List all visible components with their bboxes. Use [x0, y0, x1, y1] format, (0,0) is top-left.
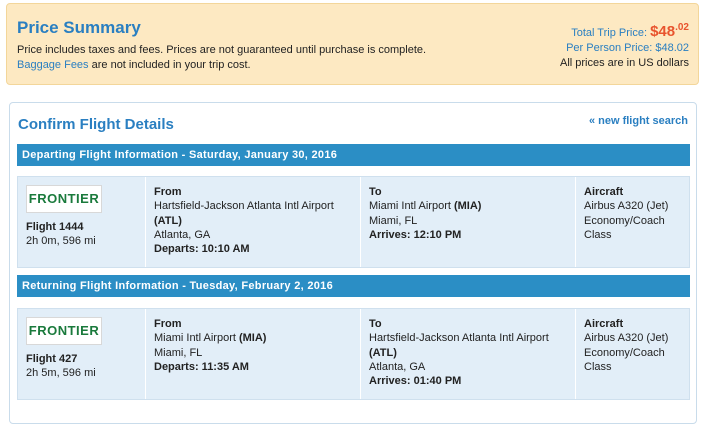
- new-flight-search-link[interactable]: « new flight search: [589, 115, 688, 127]
- flight-number: Flight 427: [26, 353, 78, 365]
- from-airport: Hartsfield-Jackson Atlanta Intl Airport: [154, 200, 334, 213]
- to-label: To: [369, 186, 382, 198]
- departing-header: Departing Flight Information - Saturday,…: [17, 144, 690, 166]
- to-airport-line: Miami Intl Airport (MIA): [369, 199, 575, 213]
- aircraft-label: Aircraft: [584, 186, 624, 198]
- cabin-class: Economy/Coach: [584, 214, 665, 227]
- departure-time: Departs: 11:35 AM: [154, 360, 249, 373]
- from-code: (MIA): [238, 332, 267, 345]
- price-summary-panel: Price Summary Price includes taxes and f…: [6, 3, 699, 85]
- cabin-class-suffix: Class: [584, 228, 612, 241]
- total-price-cents: .02: [675, 22, 689, 33]
- baggage-note: Baggage Fees are not included in your tr…: [17, 59, 251, 71]
- baggage-fees-link[interactable]: Baggage Fees: [17, 59, 89, 71]
- departing-flight-details: FRONTIER Flight 1444 2h 0m, 596 mi From …: [17, 176, 690, 268]
- cabin-class: Economy/Coach: [584, 346, 665, 359]
- arrival-time: Arrives: 12:10 PM: [369, 228, 462, 241]
- from-cell: From Hartsfield-Jackson Atlanta Intl Air…: [146, 177, 361, 267]
- airline-cell: FRONTIER Flight 1444 2h 0m, 596 mi: [18, 177, 146, 267]
- flight-duration: 2h 5m, 596 mi: [26, 367, 96, 380]
- aircraft-cell: Aircraft Airbus A320 (Jet) Economy/Coach…: [576, 177, 689, 267]
- flight-duration: 2h 0m, 596 mi: [26, 235, 96, 248]
- departure-time: Departs: 10:10 AM: [154, 243, 250, 256]
- total-price-dollars: $48: [650, 23, 676, 40]
- cabin-class-suffix: Class: [584, 360, 612, 373]
- total-price-label: Total Trip Price:: [571, 27, 651, 39]
- to-cell: To Hartsfield-Jackson Atlanta Intl Airpo…: [361, 309, 576, 399]
- to-airport: Hartsfield-Jackson Atlanta Intl Airport: [369, 332, 549, 345]
- frontier-logo: FRONTIER: [26, 317, 102, 345]
- from-cell: From Miami Intl Airport (MIA) Miami, FL …: [146, 309, 361, 399]
- to-code: (ATL): [369, 346, 397, 359]
- total-trip-price: Total Trip Price: $48.02: [571, 22, 689, 40]
- to-city: Miami, FL: [369, 214, 418, 227]
- from-code: (ATL): [154, 214, 182, 227]
- from-city: Miami, FL: [154, 346, 203, 359]
- baggage-note-text: are not included in your trip cost.: [88, 59, 251, 71]
- price-disclaimer: Price includes taxes and fees. Prices ar…: [17, 44, 427, 56]
- returning-flight-details: FRONTIER Flight 427 2h 5m, 596 mi From M…: [17, 308, 690, 400]
- from-city: Atlanta, GA: [154, 228, 211, 241]
- per-person-price: Per Person Price: $48.02: [566, 42, 689, 54]
- confirm-title: Confirm Flight Details: [18, 116, 174, 133]
- aircraft-type: Airbus A320 (Jet): [584, 200, 669, 213]
- to-code: (MIA): [453, 200, 482, 213]
- aircraft-type: Airbus A320 (Jet): [584, 332, 669, 345]
- aircraft-label: Aircraft: [584, 318, 624, 330]
- price-summary-title: Price Summary: [17, 18, 141, 37]
- returning-header: Returning Flight Information - Tuesday, …: [17, 275, 690, 297]
- from-label: From: [154, 186, 182, 198]
- confirm-flight-panel: Confirm Flight Details « new flight sear…: [9, 102, 697, 424]
- frontier-logo: FRONTIER: [26, 185, 102, 213]
- flight-number: Flight 1444: [26, 221, 84, 233]
- currency-note: All prices are in US dollars: [560, 57, 689, 69]
- aircraft-cell: Aircraft Airbus A320 (Jet) Economy/Coach…: [576, 309, 689, 399]
- to-city: Atlanta, GA: [369, 360, 426, 373]
- from-airport-line: Miami Intl Airport (MIA): [154, 331, 360, 345]
- to-cell: To Miami Intl Airport (MIA) Miami, FL Ar…: [361, 177, 576, 267]
- arrival-time: Arrives: 01:40 PM: [369, 375, 462, 388]
- from-airport: Miami Intl Airport: [154, 332, 236, 345]
- from-label: From: [154, 318, 182, 330]
- to-label: To: [369, 318, 382, 330]
- airline-cell: FRONTIER Flight 427 2h 5m, 596 mi: [18, 309, 146, 399]
- to-airport: Miami Intl Airport: [369, 200, 451, 213]
